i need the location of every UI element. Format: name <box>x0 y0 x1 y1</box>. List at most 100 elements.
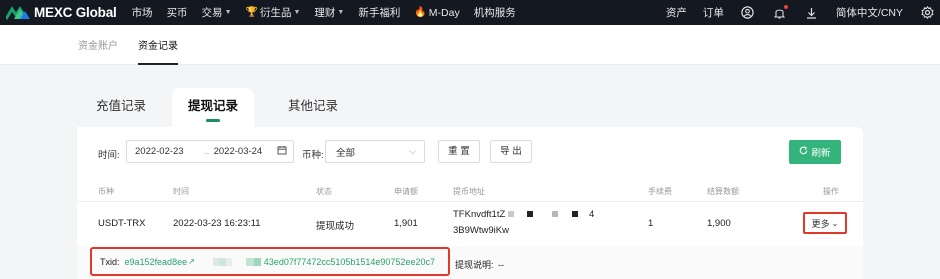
nav-trade[interactable]: 交易 ▼ <box>202 5 232 20</box>
redacted-block <box>527 211 534 218</box>
more-button-label: 更多 <box>811 218 830 229</box>
txid-detail-row: Txid: e9a152fead8ee ↗ 43ed07f77472cc5105… <box>77 246 863 279</box>
address-start: TFKnvdft1tZ <box>453 209 506 220</box>
refresh-icon <box>799 146 808 158</box>
active-tab-indicator <box>206 119 220 122</box>
redacted-block <box>218 257 226 266</box>
bell-icon[interactable] <box>773 4 788 20</box>
nav-derivatives[interactable]: 🏆 衍生品 ▼ <box>246 5 301 20</box>
start-date[interactable]: 2022-02-23 <box>135 146 184 157</box>
filter-bar: 时间: 2022-02-23 → 2022-03-24 币种: 全部 ⌵ 重 置… <box>77 127 863 177</box>
txid-end[interactable]: 43ed07f77472cc5105b1514e90752ee20c7 <box>264 257 435 267</box>
cell-status: 提现成功 <box>316 221 355 232</box>
withdraw-note: 提现说明: -- <box>455 258 504 271</box>
chevron-down-icon: ▼ <box>337 9 345 16</box>
cell-coin: USDT-TRX <box>98 218 146 229</box>
nav-institutional[interactable]: 机构服务 <box>474 5 516 20</box>
external-link-icon[interactable]: ↗ <box>188 257 195 266</box>
redacted-block <box>245 257 254 266</box>
time-filter-label: 时间: <box>98 150 120 161</box>
tab-withdraw-label: 提现记录 <box>187 99 238 113</box>
brand-logo[interactable]: MEXC Global <box>6 5 117 20</box>
records-panel: 时间: 2022-02-23 → 2022-03-24 币种: 全部 ⌵ 重 置… <box>77 127 863 279</box>
cell-settled: 1,900 <box>707 218 731 229</box>
withdraw-note-value: -- <box>498 260 505 270</box>
table-header: 币种 时间 状态 申请额 提币地址 手续费 结算数额 操作 <box>77 181 863 202</box>
record-tabs: 充值记录 提现记录 其他记录 <box>77 88 863 128</box>
nav-orders[interactable]: 订单 <box>703 5 724 20</box>
coin-select[interactable]: 全部 ⌵ <box>325 140 425 163</box>
nav-finance[interactable]: 理财 ▼ <box>314 5 344 20</box>
user-icon[interactable] <box>741 6 755 20</box>
arrow-right-icon: → <box>201 146 211 157</box>
cell-address-line1[interactable]: TFKnvdft1tZ 4 <box>453 209 594 220</box>
tab-withdraw-records[interactable]: 提现记录 <box>172 88 254 128</box>
col-fee: 手续费 <box>648 187 672 196</box>
subtab-fund-records-label: 资金记录 <box>138 41 178 52</box>
reset-button[interactable]: 重 置 <box>438 140 480 163</box>
nav-market[interactable]: 市场 <box>132 5 153 20</box>
coin-select-value: 全部 <box>336 147 356 159</box>
subtab-fund-account-label: 资金账户 <box>78 41 118 52</box>
nav-newbie[interactable]: 新手福利 <box>358 5 400 20</box>
mexc-logo-icon <box>6 5 30 20</box>
cell-amount: 1,901 <box>394 218 418 229</box>
date-range-picker[interactable]: 2022-02-23 → 2022-03-24 <box>126 140 294 163</box>
txid-start[interactable]: e9a152fead8ee <box>125 257 188 267</box>
address-line1-end: 4 <box>589 209 595 220</box>
nav-derivatives-label: 衍生品 <box>259 7 292 19</box>
nav-buy-crypto[interactable]: 买币 <box>167 5 188 20</box>
nav-mday-label: M-Day <box>428 6 460 19</box>
tab-deposit-records[interactable]: 充值记录 <box>91 88 151 128</box>
nav-right: 资产 订单 简体中文/CNY <box>658 4 940 20</box>
gear-icon[interactable] <box>920 6 934 20</box>
coin-filter-label: 币种: <box>302 150 324 161</box>
nav-market-label: 市场 <box>131 7 153 19</box>
nav-buy-label: 买币 <box>166 7 188 19</box>
download-icon[interactable] <box>805 6 819 20</box>
refresh-button[interactable]: 刷新 <box>789 140 841 164</box>
col-address: 提币地址 <box>453 187 485 196</box>
redacted-block <box>552 211 559 218</box>
language-label: 简体中文/CNY <box>835 7 903 19</box>
export-button[interactable]: 导 出 <box>490 140 532 163</box>
col-amount: 申请额 <box>394 187 418 196</box>
trophy-icon: 🏆 <box>245 7 258 18</box>
col-action: 操作 <box>823 187 839 196</box>
notification-dot <box>783 4 788 9</box>
nav-orders-label: 订单 <box>702 7 724 19</box>
more-button[interactable]: 更多 ⌄ <box>803 212 847 234</box>
language-currency-selector[interactable]: 简体中文/CNY <box>836 5 903 20</box>
top-nav: MEXC Global 市场 买币 交易 ▼ 🏆 衍生品 ▼ 理财 ▼ 新手福利 🔥 … <box>0 0 940 25</box>
nav-trade-label: 交易 <box>201 7 223 19</box>
col-time: 时间 <box>173 187 189 196</box>
chevron-down-icon: ⌄ <box>831 218 839 228</box>
tab-deposit-label: 充值记录 <box>95 99 146 113</box>
redacted-block <box>571 211 578 218</box>
col-settled: 结算数额 <box>707 187 739 196</box>
redacted-block <box>507 211 514 218</box>
subtab-fund-account[interactable]: 资金账户 <box>78 25 118 65</box>
txid-highlight-box: Txid: e9a152fead8ee ↗ 43ed07f77472cc5105… <box>90 247 450 276</box>
col-coin: 币种 <box>98 187 114 196</box>
refresh-button-label: 刷新 <box>811 148 831 159</box>
sub-nav: 资金账户 资金记录 <box>0 25 940 65</box>
nav-finance-label: 理财 <box>314 7 336 19</box>
end-date[interactable]: 2022-03-24 <box>214 146 263 157</box>
flame-icon: 🔥 <box>414 7 427 18</box>
subtab-fund-records[interactable]: 资金记录 <box>138 25 178 65</box>
withdraw-note-label: 提现说明: <box>455 260 494 270</box>
calendar-icon[interactable] <box>277 145 287 158</box>
tab-other-records[interactable]: 其他记录 <box>283 88 343 128</box>
nav-institutional-label: 机构服务 <box>473 7 516 19</box>
nav-assets[interactable]: 资产 <box>666 5 687 20</box>
cell-address-line2[interactable]: 3B9Wtw9iKw <box>453 225 509 236</box>
nav-mday[interactable]: 🔥 M-Day <box>414 7 459 19</box>
nav-assets-label: 资产 <box>665 7 687 19</box>
col-status: 状态 <box>316 187 332 196</box>
chevron-down-icon: ▼ <box>224 9 232 16</box>
chevron-down-icon: ⌵ <box>409 146 416 156</box>
cell-fee: 1 <box>648 218 654 229</box>
txid-label: Txid: <box>100 256 120 267</box>
tab-other-label: 其他记录 <box>287 99 338 113</box>
